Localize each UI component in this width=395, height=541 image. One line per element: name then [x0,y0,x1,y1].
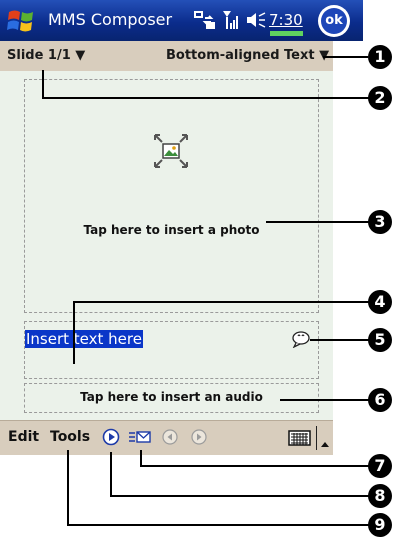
callout-5: 5 [368,328,392,352]
callout-7: 7 [368,454,392,478]
callout-6: 6 [368,388,392,412]
callout-3: 3 [368,210,392,234]
callout-9: 9 [368,513,392,537]
callout-1: 1 [368,45,392,69]
callout-leaders [42,56,369,526]
callout-2: 2 [368,86,392,110]
callout-4: 4 [368,290,392,314]
callout-8: 8 [368,484,392,508]
